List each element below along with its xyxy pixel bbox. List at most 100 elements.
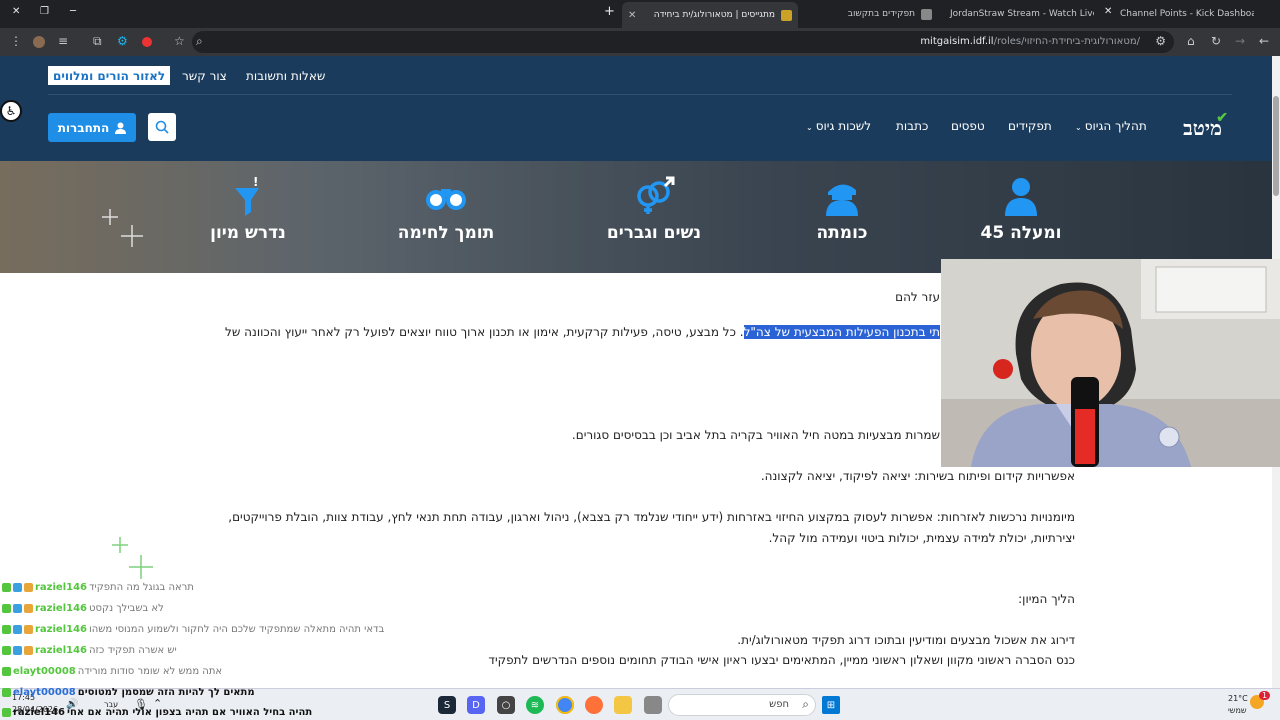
nav-articles[interactable]: כתבות [896,119,928,133]
feature-screening-required: ! נדרש מיון [210,176,286,243]
url-text: mitgaisim.idf.il/roles/מטאורולוגית-ביחיד… [920,36,1140,47]
gift-badge-icon [24,625,33,634]
home-icon[interactable]: ⌂ [1187,34,1195,48]
search-button[interactable] [148,113,176,141]
browser-toolbar: ⋮ ≡ ⧉ ⚙ ☆ ⌕ mitgaisim.idf.il/roles/מטאור… [0,28,1280,56]
chat-message: elayt00008 אתה ממש לא שומר סודות מורידה [2,666,222,677]
close-window-icon[interactable]: ✕ [12,6,20,17]
discord-icon[interactable]: D [467,696,485,714]
streamer-webcam-image [941,259,1280,467]
search-icon: ⌕ [802,697,809,711]
crosshair-decoration-icon [102,209,143,247]
chrome-icon[interactable] [556,696,574,714]
kick-badge-icon [2,667,11,676]
header-divider [48,94,1232,95]
feature-beret: כומתה [767,175,917,243]
content-paragraph: מיומנויות נרכשות לאזרחות: אפשרות לעסוק ב… [228,510,1075,524]
content-paragraph: עזר להם [895,290,940,304]
tab-title: תפקידים בתקשוב [847,9,915,19]
gift-badge-icon [24,646,33,655]
tab-title: מתגייסים | מטאורולוג/ית ביחידה [653,10,775,20]
spotify-icon[interactable]: ≋ [526,696,544,714]
tab-mitgaisim[interactable]: מתגייסים | מטאורולוג/ית ביחידה ✕ [622,2,798,28]
kick-badge-icon [2,583,11,592]
subscriber-badge-icon [13,604,22,613]
selected-text: תי בתכנון הפעילות המבצעית של צה"ל [743,325,940,339]
gift-badge-icon [24,583,33,592]
gift-badge-icon [24,604,33,613]
reading-list-icon[interactable]: ≡ [58,34,68,48]
nav-recruitment-process[interactable]: ⌄ תהליך הגיוס [1075,119,1147,133]
nav-recruitment-offices[interactable]: ⌄ לשכות גיוס [806,119,871,133]
content-paragraph: שמרות מבצעיות במטה חיל האוויר בקריה בתל … [571,428,940,442]
chevron-down-icon: ⌄ [1075,123,1082,132]
browser-tab-bar: ✕ ❐ ─ + מתגייסים | מטאורולוג/ית ביחידה ✕… [0,0,1280,28]
faq-link[interactable]: שאלות ותשובות [246,69,325,83]
kick-badge-icon [2,646,11,655]
tab-tikshuv[interactable]: תפקידים בתקשוב [786,4,938,24]
site-settings-icon[interactable]: ⚙ [1155,34,1166,48]
subscriber-badge-icon [13,625,22,634]
chat-message: raziel146 יש אשרה תפקיד כזה [2,645,177,656]
content-paragraph: תי בתכנון הפעילות המבצעית של צה"ל. כל מב… [225,325,940,339]
menu-dots-icon[interactable]: ⋮ [10,34,22,48]
login-button[interactable]: התחברות [48,113,136,142]
notification-badge[interactable]: 1 [1259,691,1271,700]
extensions-icon[interactable]: ⧉ [93,34,102,49]
forward-icon[interactable]: → [1235,34,1245,48]
nav-roles[interactable]: תפקידים [1008,119,1052,133]
weather-condition: שמשי [1228,706,1247,715]
content-paragraph: יצירתיות, יכולת למידה עצמית, יכולות ביטו… [768,531,1075,545]
tab-close-icon[interactable]: ✕ [1104,6,1112,17]
kick-badge-icon [2,688,11,697]
section-heading: הליך המיון: [1018,592,1075,606]
tab-close-icon[interactable]: ✕ [628,10,636,21]
tab-favicon-icon [921,8,932,20]
site-logo[interactable]: מיטב ✔ [1183,110,1228,141]
search-icon [155,120,169,134]
checkmark-icon: ✔ [1216,110,1228,126]
crosshair-decoration-icon [112,537,153,579]
subscriber-badge-icon [13,646,22,655]
kick-badge-icon [2,625,11,634]
zoom-icon[interactable]: ⌕ [196,34,203,49]
bookmark-star-icon[interactable]: ☆ [174,34,185,48]
tab-kick-dashboard[interactable]: Channel Points - Kick Dashboard [1114,4,1254,24]
nav-forms[interactable]: טפסים [951,119,985,133]
contact-link[interactable]: צור קשר [182,69,227,83]
extension-icon[interactable]: ⚙ [117,34,128,48]
soldier-icon [1005,178,1037,216]
taskbar-search[interactable]: חפש ⌕ [668,694,816,716]
content-paragraph: כנס הסברה ראשוני מקוון ושאלון ראשוני ממי… [488,653,1075,667]
recording-extension-icon[interactable] [142,37,152,47]
address-bar[interactable]: ☆ ⌕ mitgaisim.idf.il/roles/מטאורולוגית-ב… [174,31,1174,53]
firefox-icon[interactable] [585,696,603,714]
chevron-down-icon: ⌄ [806,123,813,132]
scrollbar-thumb[interactable] [1273,96,1279,196]
minimize-window-icon[interactable]: ─ [70,6,76,17]
profile-avatar[interactable] [33,36,45,48]
chat-message: raziel146 תהיה בחיל האוויר אם תהיה בצפון … [2,707,312,718]
feature-gender: נשים וגברים [579,175,729,243]
accessibility-icon[interactable]: ♿ [0,100,22,122]
site-header: לאזור הורים ומלווים צור קשר שאלות ותשובו… [0,56,1280,161]
windows-start-icon[interactable]: ⊞ [822,696,840,714]
gender-icon [637,176,675,214]
content-paragraph: אפשרויות קידום ופיתוח בשירות: יציאה לפיק… [760,469,1075,483]
reload-icon[interactable]: ↻ [1211,34,1221,48]
back-icon[interactable]: ← [1259,34,1269,48]
steam-icon[interactable]: S [438,696,456,714]
restore-window-icon[interactable]: ❐ [40,6,49,17]
weather-temp[interactable]: 21°C [1228,694,1248,703]
tab-jordanstraw[interactable]: JordanStraw Stream - Watch Live [944,4,1094,24]
obs-icon[interactable]: ○ [497,696,515,714]
file-explorer-icon[interactable] [614,696,632,714]
app-window-icon[interactable] [644,696,662,714]
tab-title: JordanStraw Stream - Watch Live [950,9,1094,19]
parents-area-button[interactable]: לאזור הורים ומלווים [48,66,171,85]
chat-message: raziel146 בדאי תהיה מתאלה שמתפקיד שלכם הי… [2,624,384,635]
new-tab-button[interactable]: + [604,4,615,19]
content-paragraph: דירוג את אשכול מבצעים ומודיעין ובתוכו דר… [737,633,1075,647]
feature-combat-support: תומך לחימה [371,175,521,243]
kick-badge-icon [2,604,11,613]
